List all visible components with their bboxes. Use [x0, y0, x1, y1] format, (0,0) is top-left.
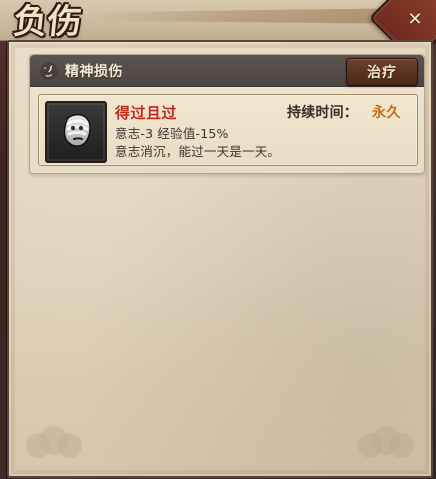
injury-card-header: 精神损伤 治疗: [30, 55, 424, 87]
injury-description: 意志消沉，能过一天是一天。: [115, 144, 281, 159]
injury-name: 得过且过: [115, 104, 178, 122]
duration-value: 永久: [372, 105, 401, 121]
injury-effects: 意志-3 经验值-15%: [115, 126, 229, 141]
injury-avatar: [45, 101, 107, 163]
window-left-border: [0, 0, 7, 479]
window-header: 负伤 ✕: [0, 0, 436, 64]
bandaged-face-icon: [63, 114, 91, 147]
close-icon[interactable]: ✕: [402, 6, 428, 32]
content-panel: 精神损伤 治疗 得过且过 持续时间： 永久 意志-3 经验值-15% 意志消沉，…: [7, 40, 433, 478]
treat-button-label: 治疗: [367, 65, 397, 81]
treat-button[interactable]: 治疗: [346, 58, 418, 86]
injury-window: 负伤 ✕ 精神损伤 治疗 得过且过 持续时间： 永久 意志-3 经验值-15% …: [0, 0, 436, 479]
panel-bottom-right-decoration: [347, 418, 425, 468]
section-title: 精神损伤: [65, 63, 123, 80]
mental-injury-icon: [39, 61, 59, 81]
injury-entry: 得过且过 持续时间： 永久 意志-3 经验值-15% 意志消沉，能过一天是一天。: [38, 94, 418, 166]
injury-card: 精神损伤 治疗 得过且过 持续时间： 永久 意志-3 经验值-15% 意志消沉，…: [29, 54, 425, 174]
panel-bottom-left-decoration: [15, 418, 93, 468]
duration-label: 持续时间：: [287, 105, 358, 121]
